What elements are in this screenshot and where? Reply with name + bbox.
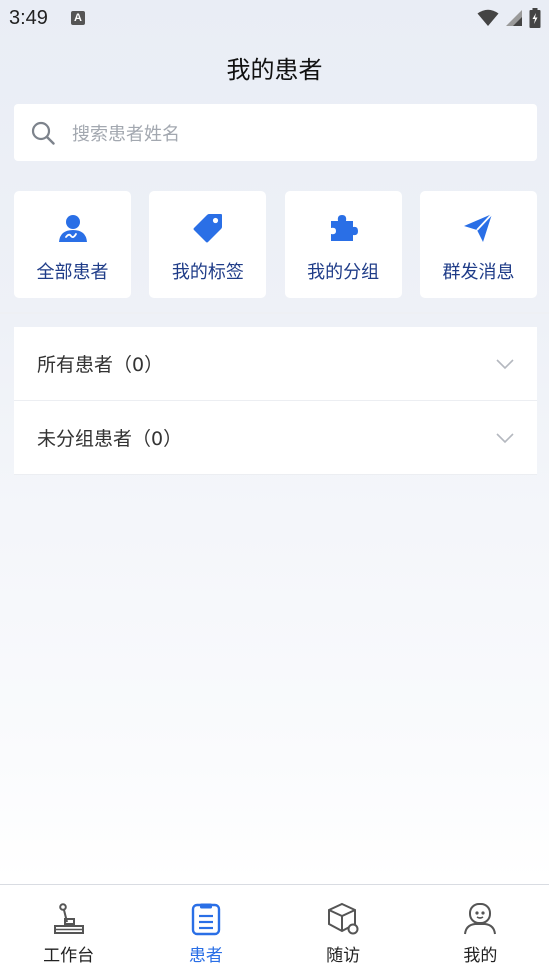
tab-follow-up[interactable]: 随访 (275, 885, 412, 976)
my-tags-button[interactable]: 我的标签 (149, 191, 267, 298)
quick-actions: 全部患者 我的标签 我的分组 群发消息 (14, 191, 537, 298)
wifi-icon (477, 9, 499, 26)
group-label: 未分组患者（0） (37, 428, 183, 450)
puzzle-icon (325, 210, 361, 246)
page-title: 我的患者 (226, 56, 323, 84)
status-time: 3:49 (9, 7, 48, 29)
tab-label: 患者 (188, 946, 223, 966)
chevron-down-icon (496, 358, 514, 369)
profile-icon (462, 901, 498, 937)
group-label: 所有患者（0） (37, 354, 164, 376)
patient-icon (55, 210, 91, 246)
send-icon (460, 210, 496, 246)
group-item-ungrouped-patients[interactable]: 未分组患者（0） (14, 401, 537, 475)
broadcast-message-label: 群发消息 (442, 262, 515, 283)
patient-list-icon (188, 901, 224, 937)
group-item-all-patients[interactable]: 所有患者（0） (14, 327, 537, 401)
status-icons (477, 8, 541, 28)
follow-up-icon (325, 901, 361, 937)
notification-badge-icon: A (71, 11, 85, 25)
tab-label: 随访 (326, 946, 361, 966)
all-patients-button[interactable]: 全部患者 (14, 191, 131, 298)
status-bar: 3:49 A (0, 0, 549, 38)
tab-label: 我的 (463, 946, 498, 966)
tab-workbench[interactable]: 工作台 (0, 885, 137, 976)
patient-group-list: 所有患者（0） 未分组患者（0） (14, 327, 537, 475)
search-icon (31, 121, 55, 145)
broadcast-message-button[interactable]: 群发消息 (419, 191, 537, 298)
search-input[interactable]: 搜索患者姓名 (14, 104, 537, 161)
section-divider (0, 312, 549, 314)
workbench-icon (51, 901, 87, 937)
tag-icon (190, 210, 226, 246)
my-groups-button[interactable]: 我的分组 (284, 191, 402, 298)
my-groups-label: 我的分组 (307, 262, 380, 283)
signal-icon (506, 10, 522, 26)
tab-label: 工作台 (43, 946, 95, 966)
bottom-tab-bar: 工作台 患者 随访 我的 (0, 884, 549, 976)
search-placeholder: 搜索患者姓名 (72, 123, 180, 145)
all-patients-label: 全部患者 (36, 262, 109, 283)
my-tags-label: 我的标签 (171, 262, 244, 283)
battery-icon (529, 8, 541, 28)
chevron-down-icon (496, 432, 514, 443)
tab-profile[interactable]: 我的 (412, 885, 549, 976)
tab-patients[interactable]: 患者 (137, 885, 274, 976)
